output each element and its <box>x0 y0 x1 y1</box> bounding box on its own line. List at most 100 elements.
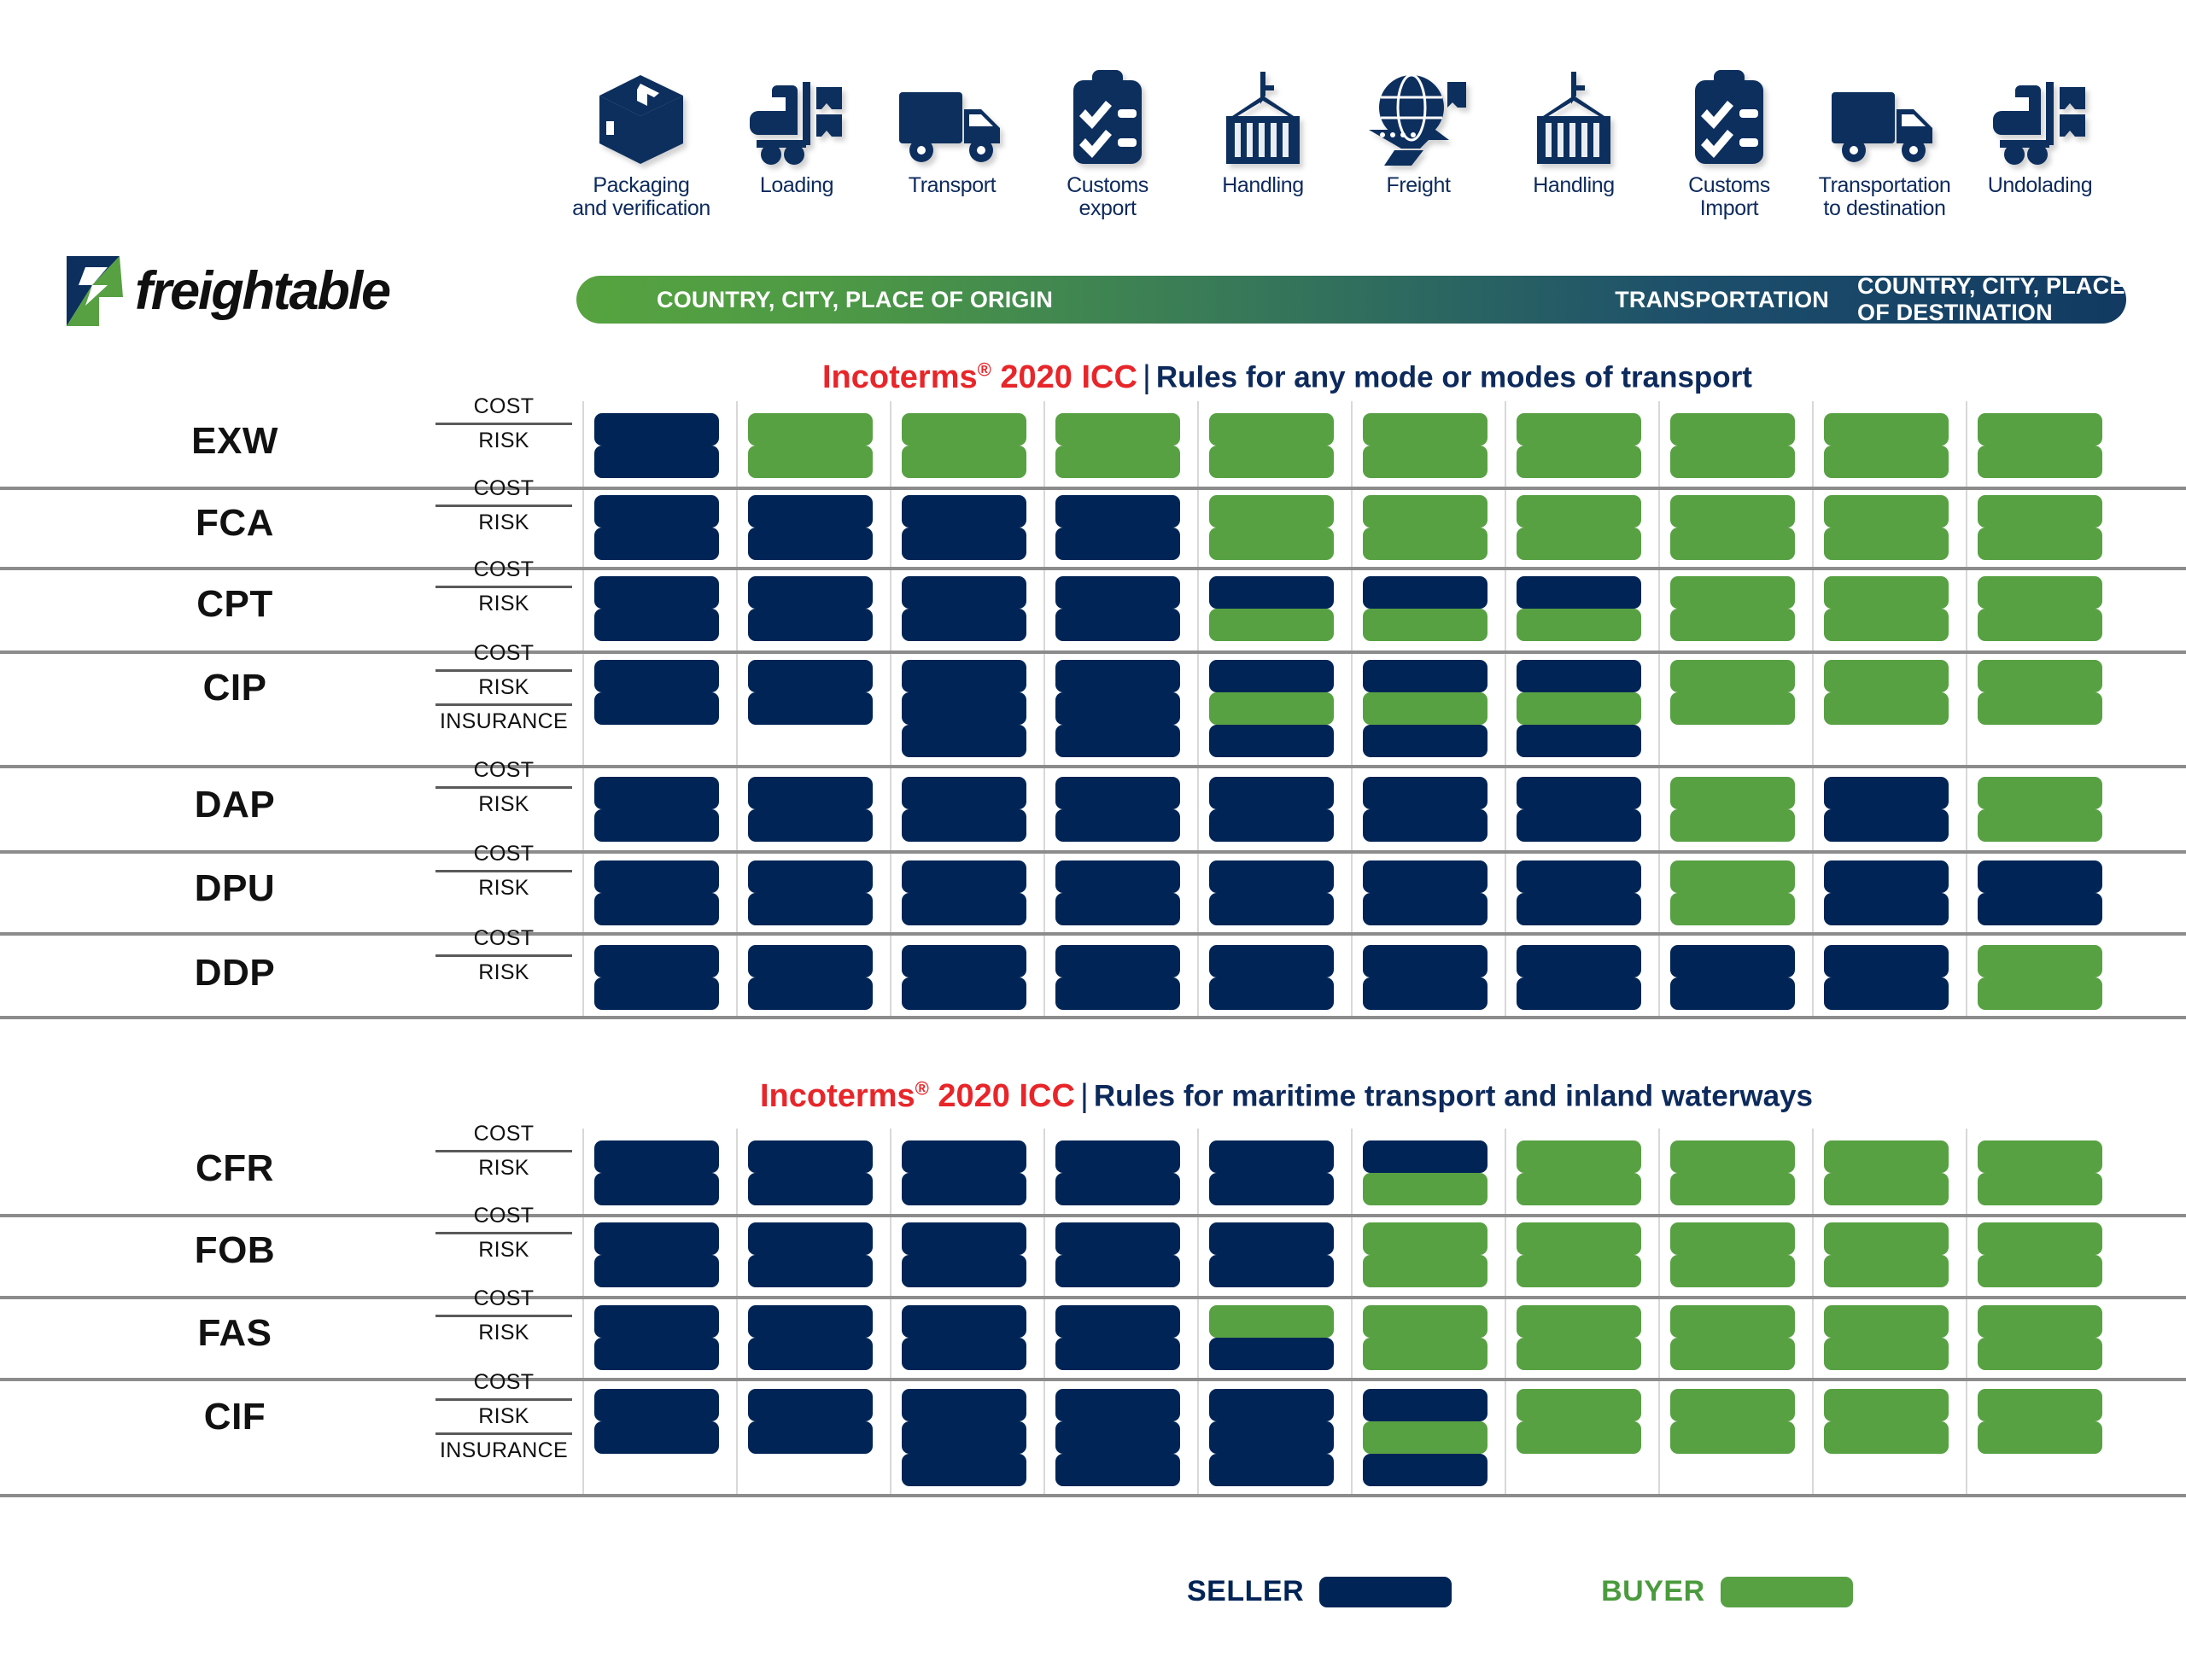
column-divider <box>890 401 891 1016</box>
cell-fca-risk-c1 <box>594 528 719 560</box>
kicker-risk: RISK <box>478 876 529 900</box>
cell-cpt-risk-c8 <box>1670 609 1795 641</box>
cell-fca-cost-c10 <box>1978 495 2102 528</box>
cell-cif-risk-c5 <box>1209 1421 1334 1454</box>
cell-dap-cost-c1 <box>594 777 719 809</box>
row-kicker-fas: COST RISK <box>435 1286 572 1345</box>
kicker-cost: COST <box>473 476 535 500</box>
cell-cfr-risk-c8 <box>1670 1173 1795 1205</box>
cell-dap-cost-c2 <box>748 777 873 809</box>
cell-dap-risk-c1 <box>594 809 719 842</box>
cell-cif-cost-c4 <box>1055 1389 1180 1421</box>
cell-ddp-cost-c7 <box>1517 945 1641 977</box>
cell-cpt-cost-c10 <box>1978 576 2102 609</box>
kicker-rule <box>435 423 572 425</box>
cell-cpt-cost-c9 <box>1824 576 1949 609</box>
cell-cif-risk-c7 <box>1517 1421 1641 1454</box>
cell-dap-cost-c6 <box>1363 777 1488 809</box>
kicker-cost: COST <box>473 641 535 665</box>
cell-dap-risk-c10 <box>1978 809 2102 842</box>
cell-fas-cost-c4 <box>1055 1305 1180 1338</box>
cell-cfr-risk-c6 <box>1363 1173 1488 1205</box>
cell-dpu-cost-c2 <box>748 860 873 893</box>
kicker-risk: RISK <box>478 1238 529 1262</box>
cell-cip-risk-c6 <box>1363 692 1488 725</box>
cell-cip-cost-c7 <box>1517 660 1641 692</box>
cell-dpu-risk-c2 <box>748 893 873 925</box>
cell-exw-risk-c9 <box>1824 446 1949 478</box>
cell-ddp-cost-c3 <box>902 945 1026 977</box>
cell-dpu-risk-c1 <box>594 893 719 925</box>
cell-cip-cost-c4 <box>1055 660 1180 692</box>
column-divider <box>1351 401 1353 1016</box>
kicker-risk: RISK <box>478 1404 529 1428</box>
cell-dpu-cost-c1 <box>594 860 719 893</box>
cell-ddp-risk-c2 <box>748 977 873 1010</box>
cell-cif-cost-c9 <box>1824 1389 1949 1421</box>
cell-cif-risk-c3 <box>902 1421 1026 1454</box>
incoterm-code-dpu: DPU <box>194 867 276 909</box>
cell-fob-cost-c5 <box>1209 1222 1334 1255</box>
cell-cpt-cost-c4 <box>1055 576 1180 609</box>
cell-cfr-cost-c10 <box>1978 1140 2102 1173</box>
kicker-rule <box>435 505 572 507</box>
cell-ddp-risk-c4 <box>1055 977 1180 1010</box>
legend-buyer-label: BUYER <box>1601 1575 1705 1607</box>
cell-dap-risk-c8 <box>1670 809 1795 842</box>
cell-ddp-risk-c6 <box>1363 977 1488 1010</box>
kicker-rule <box>435 703 572 706</box>
cell-ddp-cost-c1 <box>594 945 719 977</box>
cell-cif-risk-c8 <box>1670 1421 1795 1454</box>
cell-fob-cost-c6 <box>1363 1222 1488 1255</box>
cell-ddp-risk-c10 <box>1978 977 2102 1010</box>
cell-dpu-cost-c4 <box>1055 860 1180 893</box>
cell-fob-risk-c1 <box>594 1255 719 1287</box>
row-divider <box>0 487 2186 490</box>
cell-cif-risk-c2 <box>748 1421 873 1454</box>
kicker-risk: RISK <box>478 510 529 534</box>
row-divider <box>0 1214 2186 1217</box>
cell-cip-risk-c1 <box>594 692 719 725</box>
cell-cfr-cost-c4 <box>1055 1140 1180 1173</box>
incoterm-code-exw: EXW <box>191 420 278 462</box>
row-kicker-dap: COST RISK <box>435 758 572 817</box>
cell-fas-cost-c5 <box>1209 1305 1334 1338</box>
row-kicker-fca: COST RISK <box>435 476 572 535</box>
cell-dap-cost-c3 <box>902 777 1026 809</box>
cell-fca-cost-c6 <box>1363 495 1488 528</box>
cell-cfr-risk-c5 <box>1209 1173 1334 1205</box>
cell-fca-risk-c8 <box>1670 528 1795 560</box>
cell-fob-risk-c7 <box>1517 1255 1641 1287</box>
row-divider <box>0 1494 2186 1497</box>
kicker-cost: COST <box>473 1122 535 1146</box>
cell-fob-risk-c2 <box>748 1255 873 1287</box>
cell-dpu-risk-c5 <box>1209 893 1334 925</box>
kicker-rule <box>435 1315 572 1317</box>
cell-cpt-risk-c3 <box>902 609 1026 641</box>
cell-cip-cost-c1 <box>594 660 719 692</box>
cell-ddp-risk-c5 <box>1209 977 1334 1010</box>
cell-cif-risk-c9 <box>1824 1421 1949 1454</box>
cell-fca-cost-c5 <box>1209 495 1334 528</box>
incoterm-code-dap: DAP <box>194 784 276 825</box>
cell-exw-risk-c1 <box>594 446 719 478</box>
cell-fas-cost-c2 <box>748 1305 873 1338</box>
kicker-cost: COST <box>473 758 535 782</box>
kicker-rule <box>435 1150 572 1152</box>
cell-cip-cost-c6 <box>1363 660 1488 692</box>
legend-seller-swatch <box>1319 1576 1452 1607</box>
cell-ddp-cost-c4 <box>1055 945 1180 977</box>
incoterm-code-fas: FAS <box>197 1312 272 1354</box>
kicker-risk: RISK <box>478 1156 529 1180</box>
cell-fas-cost-c1 <box>594 1305 719 1338</box>
cell-dap-risk-c9 <box>1824 809 1949 842</box>
cell-fas-risk-c8 <box>1670 1338 1795 1370</box>
cell-cif-risk-c4 <box>1055 1421 1180 1454</box>
cell-cfr-cost-c6 <box>1363 1140 1488 1173</box>
cell-cif-cost-c6 <box>1363 1389 1488 1421</box>
cell-cip-risk-c7 <box>1517 692 1641 725</box>
cell-fas-cost-c3 <box>902 1305 1026 1338</box>
cell-cip-insurance-c3 <box>902 725 1026 757</box>
cell-dpu-cost-c7 <box>1517 860 1641 893</box>
column-divider <box>1505 401 1506 1016</box>
